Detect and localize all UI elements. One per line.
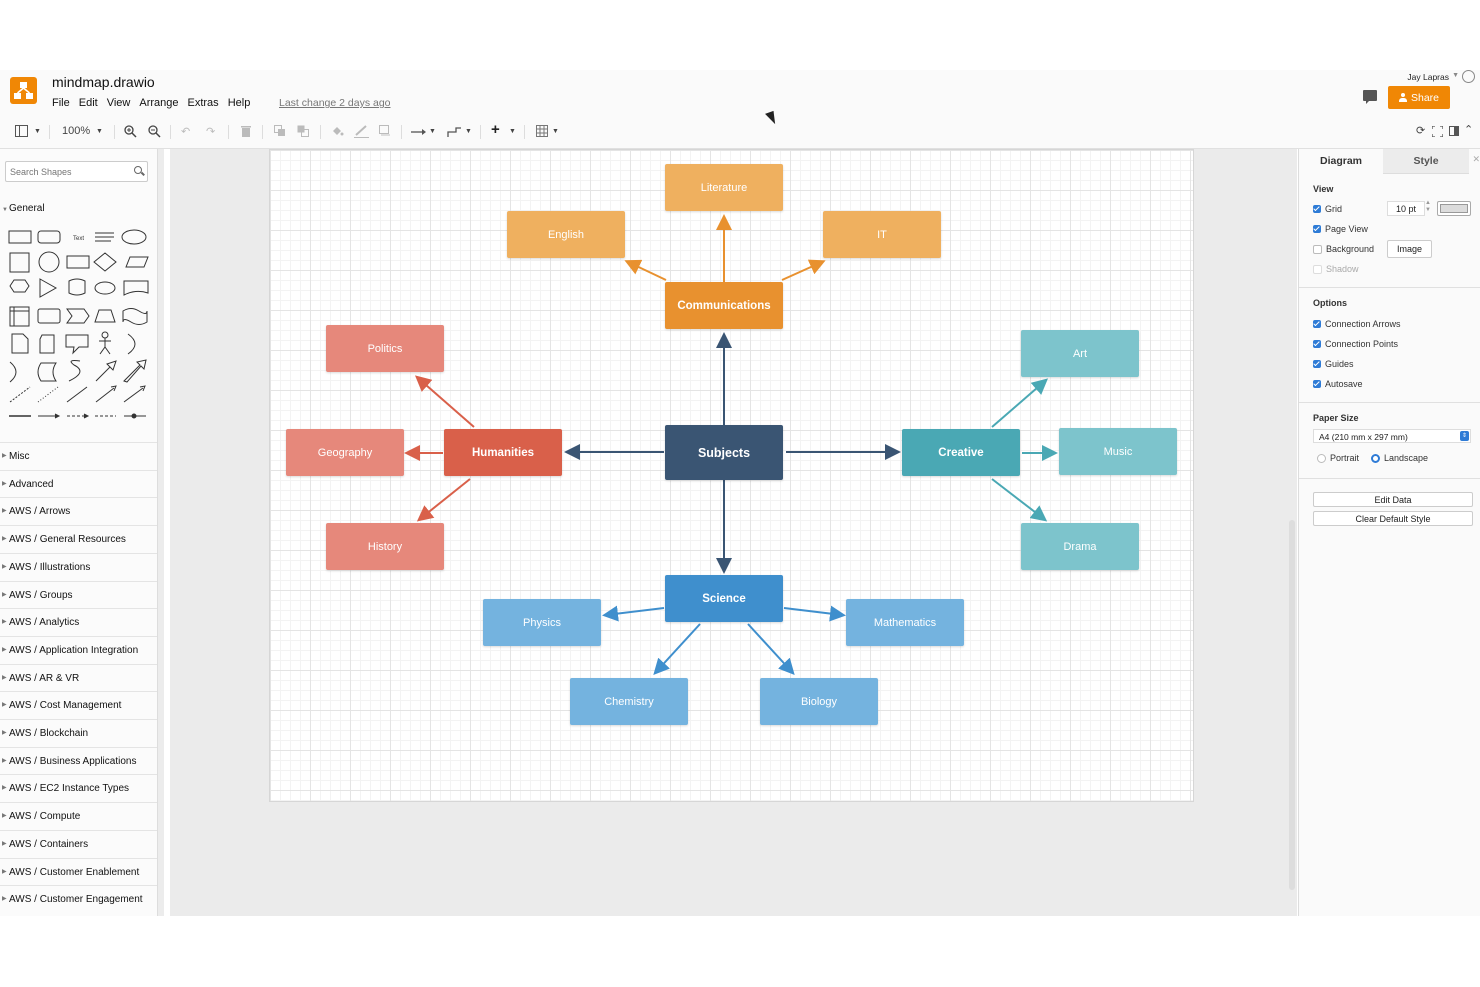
node-mathematics[interactable]: Mathematics	[846, 599, 964, 646]
node-music[interactable]: Music	[1059, 428, 1177, 475]
portrait-label: Portrait	[1330, 453, 1360, 463]
page-view-label: Page View	[1325, 224, 1368, 234]
node-drama[interactable]: Drama	[1021, 523, 1139, 570]
edge-humanities-history[interactable]	[416, 478, 471, 522]
node-art[interactable]: Art	[1021, 330, 1139, 377]
node-science[interactable]: Science	[665, 575, 783, 622]
node-geography[interactable]: Geography	[286, 429, 404, 476]
autosave-option[interactable]: Autosave	[1313, 379, 1363, 389]
node-communications[interactable]: Communications	[665, 282, 783, 329]
edge-science-chemistry[interactable]	[653, 623, 701, 675]
select-arrows-icon: ⇕	[1460, 431, 1469, 441]
edge-creative-art[interactable]	[991, 378, 1049, 428]
shadow-label: Shadow	[1326, 264, 1359, 274]
background-option[interactable]: Background	[1313, 244, 1374, 254]
edge-science-biology[interactable]	[747, 623, 795, 675]
guides-checkbox[interactable]	[1313, 360, 1321, 368]
shadow-checkbox[interactable]	[1313, 264, 1322, 274]
clear-default-style-button[interactable]: Clear Default Style	[1313, 511, 1473, 526]
node-physics[interactable]: Physics	[483, 599, 601, 646]
edge-creative-drama[interactable]	[991, 478, 1048, 522]
grid-checkbox[interactable]	[1313, 205, 1321, 213]
view-section-label: View	[1313, 184, 1334, 194]
options-section-label: Options	[1313, 298, 1347, 308]
node-subjects[interactable]: Subjects	[665, 425, 783, 480]
panel-tabs: Diagram Style ✕	[1299, 149, 1480, 174]
landscape-option[interactable]: Landscape	[1371, 453, 1428, 463]
node-it[interactable]: IT	[823, 211, 941, 258]
node-history[interactable]: History	[326, 523, 444, 570]
grid-color-swatch	[1440, 204, 1468, 213]
landscape-radio[interactable]	[1371, 453, 1380, 463]
edge-science-mathematics[interactable]	[783, 605, 846, 622]
paper-size-label: Paper Size	[1313, 413, 1359, 423]
connection-arrows-option[interactable]: Connection Arrows	[1313, 319, 1401, 329]
portrait-radio[interactable]	[1317, 453, 1326, 463]
autosave-label: Autosave	[1325, 379, 1363, 389]
edge-humanities-politics[interactable]	[414, 375, 475, 428]
node-literature[interactable]: Literature	[665, 164, 783, 211]
panel-divider	[1299, 402, 1480, 403]
node-politics[interactable]: Politics	[326, 325, 444, 372]
guides-option[interactable]: Guides	[1313, 359, 1354, 369]
edit-data-button[interactable]: Edit Data	[1313, 492, 1473, 507]
node-english[interactable]: English	[507, 211, 625, 258]
guides-label: Guides	[1325, 359, 1354, 369]
background-label: Background	[1326, 244, 1375, 254]
connection-points-checkbox[interactable]	[1313, 340, 1321, 348]
format-panel: Diagram Style ✕ View Grid 10 pt ▲ ▼ Page …	[1298, 149, 1480, 916]
tab-style[interactable]: Style	[1383, 149, 1469, 174]
node-biology[interactable]: Biology	[760, 678, 878, 725]
connection-points-label: Connection Points	[1325, 339, 1399, 349]
autosave-checkbox[interactable]	[1313, 380, 1321, 388]
grid-size-input[interactable]: 10 pt	[1387, 201, 1425, 216]
paper-size-select[interactable]: A4 (210 mm x 297 mm) ⇕	[1313, 429, 1471, 443]
tab-diagram[interactable]: Diagram	[1299, 149, 1383, 173]
edge-communications-it[interactable]	[781, 259, 826, 281]
grid-color-picker[interactable]	[1437, 201, 1471, 216]
grid-size-stepper[interactable]: ▲ ▼	[1425, 200, 1431, 214]
connection-points-option[interactable]: Connection Points	[1313, 339, 1398, 349]
edge-science-physics[interactable]	[602, 605, 665, 622]
edge-communications-english[interactable]	[624, 259, 667, 281]
paper-size-value: A4 (210 mm x 297 mm)	[1319, 432, 1408, 442]
portrait-option[interactable]: Portrait	[1317, 453, 1359, 463]
panel-divider	[1299, 478, 1480, 479]
shadow-option[interactable]: Shadow	[1313, 264, 1359, 274]
node-humanities[interactable]: Humanities	[444, 429, 562, 476]
connection-arrows-checkbox[interactable]	[1313, 320, 1321, 328]
background-checkbox[interactable]	[1313, 244, 1322, 254]
image-button[interactable]: Image	[1387, 240, 1432, 258]
landscape-label: Landscape	[1384, 453, 1429, 463]
node-creative[interactable]: Creative	[902, 429, 1020, 476]
connection-arrows-label: Connection Arrows	[1325, 319, 1401, 329]
grid-option[interactable]: Grid	[1313, 204, 1342, 214]
panel-divider	[1299, 287, 1480, 288]
close-icon[interactable]: ✕	[1472, 154, 1480, 165]
grid-label: Grid	[1325, 204, 1343, 214]
node-chemistry[interactable]: Chemistry	[570, 678, 688, 725]
page-view-checkbox[interactable]	[1313, 225, 1321, 233]
drawio-app: mindmap.drawio File Edit View Arrange Ex…	[0, 70, 1480, 916]
page-view-option[interactable]: Page View	[1313, 224, 1368, 234]
